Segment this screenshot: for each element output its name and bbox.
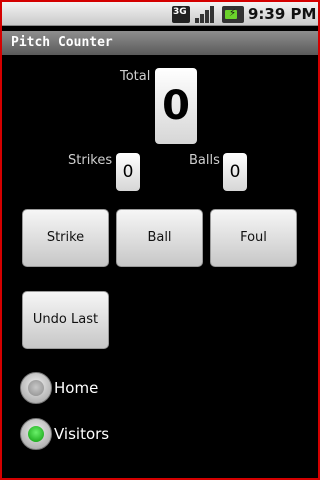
home-radio-label[interactable]: Home <box>54 379 98 397</box>
strike-button[interactable]: Strike <box>22 209 109 267</box>
strikes-label: Strikes <box>68 153 113 168</box>
balls-count: 0 <box>223 153 247 191</box>
app-title-bar: Pitch Counter <box>2 31 318 55</box>
status-clock: 9:39 PM <box>248 5 317 23</box>
foul-button[interactable]: Foul <box>210 209 297 267</box>
app-title: Pitch Counter <box>11 35 113 50</box>
network-3g-icon: 3G <box>172 6 190 23</box>
undo-last-button[interactable]: Undo Last <box>22 291 109 349</box>
visitors-radio-button[interactable] <box>20 418 52 450</box>
visitors-radio-label[interactable]: Visitors <box>54 425 109 443</box>
signal-strength-icon <box>195 6 215 23</box>
home-radio-button[interactable] <box>20 372 52 404</box>
network-type-label: 3G <box>173 7 187 17</box>
battery-charging-icon: ⚡ <box>222 6 244 23</box>
total-count: 0 <box>155 68 197 144</box>
balls-label: Balls <box>189 153 220 168</box>
strikes-count: 0 <box>116 153 140 191</box>
status-bar: 3G ⚡ 9:39 PM <box>2 2 318 26</box>
device-screen: 3G ⚡ 9:39 PM Pitch Counter Total 0 Strik… <box>0 0 320 480</box>
total-label: Total <box>120 69 151 84</box>
ball-button[interactable]: Ball <box>116 209 203 267</box>
